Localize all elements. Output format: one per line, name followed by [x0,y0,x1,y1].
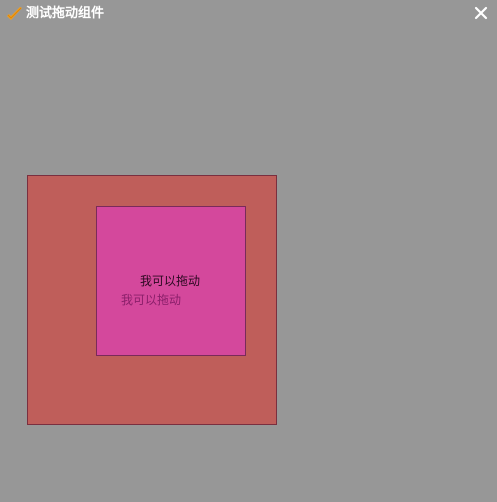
title-bar[interactable]: 测试拖动组件 [0,0,497,28]
draggable-box[interactable]: 我可以拖动 我可以拖动 [96,206,246,356]
app-window: 测试拖动组件 我可以拖动 我可以拖动 [0,0,497,502]
window-title: 测试拖动组件 [26,6,105,21]
check-mark-icon [6,6,23,23]
draggable-label: 我可以拖动 [140,274,201,288]
drag-container: 我可以拖动 我可以拖动 [27,175,277,425]
draggable-ghost-label: 我可以拖动 [121,293,182,307]
close-icon[interactable] [473,5,489,21]
